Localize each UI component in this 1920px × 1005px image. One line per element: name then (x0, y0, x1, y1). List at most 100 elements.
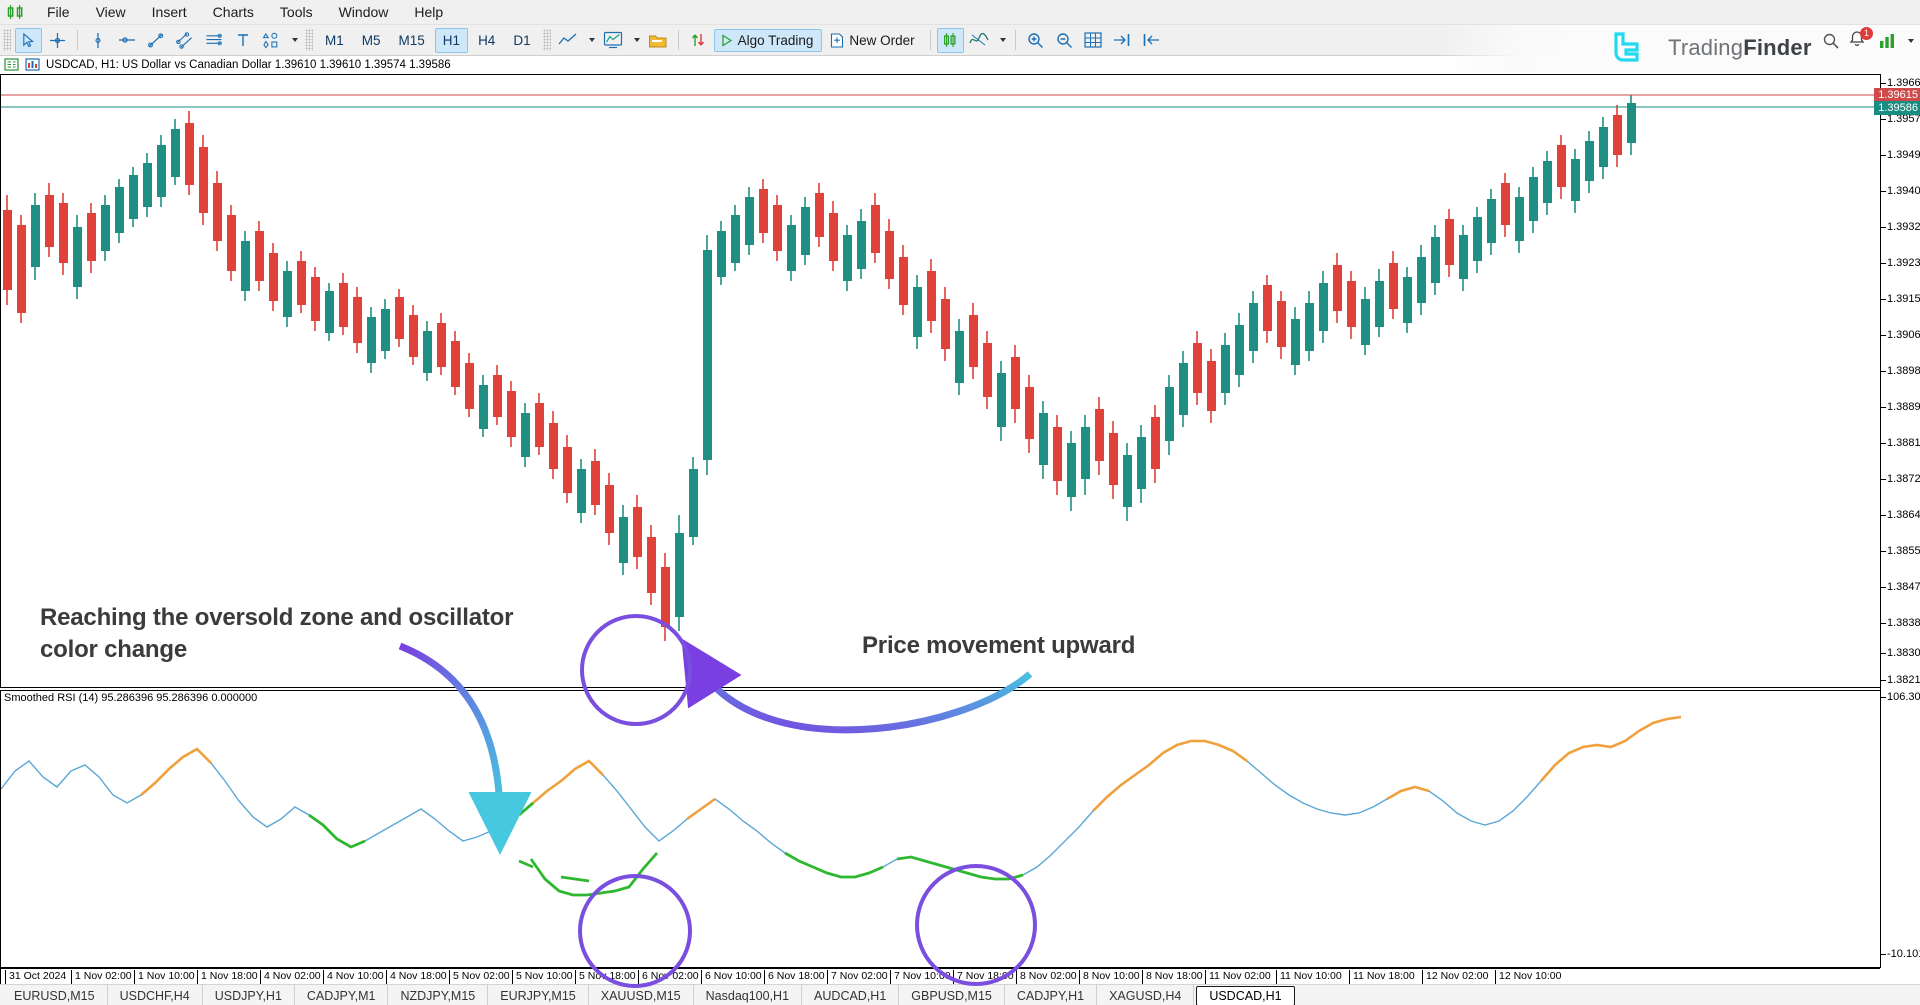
chart-properties-icon[interactable] (4, 58, 19, 71)
time-tick: 8 Nov 18:00 (1142, 970, 1203, 984)
chevron-down-icon[interactable] (584, 28, 598, 53)
time-tick: 11 Nov 02:00 (1205, 970, 1271, 984)
timeframe-h4[interactable]: H4 (470, 28, 503, 53)
menu-item-tools[interactable]: Tools (267, 1, 326, 23)
chart-tab-eurusd-m15[interactable]: EURUSD,M15 (2, 985, 108, 1005)
new-order-label: New Order (849, 33, 914, 48)
timeframe-d1[interactable]: D1 (505, 28, 538, 53)
chevron-down-icon[interactable] (1906, 39, 1914, 43)
chart-tab-cadjpy-m1[interactable]: CADJPY,M1 (295, 985, 389, 1005)
rsi-overbought-segments (141, 717, 1681, 819)
shapes-icon[interactable] (258, 28, 285, 53)
time-tick: 5 Nov 10:00 (512, 970, 573, 984)
metatrader-candles-icon (0, 0, 34, 25)
price-tick: 1.38385 (1881, 617, 1920, 629)
chart-tab-audcad-h1[interactable]: AUDCAD,H1 (802, 985, 899, 1005)
indicators-icon[interactable] (600, 28, 627, 53)
chart-tab-gbpusd-m15[interactable]: GBPUSD,M15 (899, 985, 1005, 1005)
zoom-out-icon[interactable] (1051, 28, 1078, 53)
search-icon[interactable] (1822, 32, 1840, 50)
time-tick: 4 Nov 02:00 (260, 970, 321, 984)
time-tick: 6 Nov 18:00 (764, 970, 825, 984)
candlestick-series (1, 75, 1880, 687)
line-chart-icon[interactable] (555, 28, 582, 53)
time-tick: 1 Nov 10:00 (134, 970, 195, 984)
timeframe-m5[interactable]: M5 (354, 28, 389, 53)
branding-prefix: Trading (1668, 35, 1743, 60)
chart-title: USDCAD, H1: US Dollar vs Canadian Dollar… (46, 59, 451, 71)
cursor-arrow-icon[interactable] (15, 28, 42, 53)
indicator-scale-top: 106.308219 (1881, 691, 1920, 703)
chart-data-window-icon[interactable] (25, 58, 40, 71)
chart-tab-usdjpy-h1[interactable]: USDJPY,H1 (203, 985, 295, 1005)
chevron-down-icon[interactable] (995, 28, 1009, 53)
crosshair-icon[interactable] (44, 28, 71, 53)
chevron-down-icon[interactable] (287, 28, 301, 53)
menu-item-view[interactable]: View (83, 1, 139, 23)
price-tick: 1.38640 (1881, 509, 1920, 521)
price-tick: 1.38980 (1881, 365, 1920, 377)
oscillator-icon[interactable] (966, 28, 993, 53)
chart-tab-xagusd-h4[interactable]: XAGUSD,H4 (1097, 985, 1194, 1005)
vertical-line-icon[interactable] (84, 28, 111, 53)
time-tick: 31 Oct 2024 (5, 970, 66, 984)
trendline-icon[interactable] (142, 28, 169, 53)
highlight-circle-rsi-1 (578, 874, 692, 988)
annotation-price-note: Price movement upward (862, 630, 1262, 662)
price-tick: 1.38725 (1881, 473, 1920, 485)
annotation-oversold-note: Reaching the oversold zone and oscillato… (40, 602, 560, 667)
chart-workspace[interactable]: Smoothed RSI (14) 95.286396 95.286396 0.… (0, 74, 1920, 984)
grid-icon[interactable] (1080, 28, 1107, 53)
zoom-in-icon[interactable] (1022, 28, 1049, 53)
new-order-button[interactable]: New Order (824, 29, 923, 52)
indicator-label: Smoothed RSI (14) 95.286396 95.286396 0.… (4, 692, 257, 704)
price-chart-pane[interactable] (0, 74, 1880, 688)
price-scale[interactable]: 1.39660 1.39575 1.39490 1.39405 1.39320 … (1880, 74, 1920, 968)
horizontal-line-icon[interactable] (113, 28, 140, 53)
timeframe-h1[interactable]: H1 (435, 28, 468, 53)
price-tick: 1.39065 (1881, 329, 1920, 341)
toolbar-grip-2[interactable] (305, 29, 313, 51)
time-tick: 1 Nov 18:00 (197, 970, 258, 984)
time-tick: 12 Nov 02:00 (1422, 970, 1488, 984)
time-tick: 5 Nov 02:00 (449, 970, 510, 984)
chart-tab-usdcad-h1[interactable]: USDCAD,H1 (1196, 986, 1294, 1005)
chart-tab-usdchf-h4[interactable]: USDCHF,H4 (108, 985, 203, 1005)
equidistant-channel-icon[interactable] (171, 28, 198, 53)
time-tick: 1 Nov 02:00 (71, 970, 132, 984)
chart-tab-eurjpy-m15[interactable]: EURJPY,M15 (488, 985, 589, 1005)
trade-arrows-icon[interactable] (685, 28, 712, 53)
time-tick: 8 Nov 02:00 (1016, 970, 1077, 984)
menu-item-window[interactable]: Window (326, 1, 402, 23)
chart-tabs-bar: EURUSD,M15 USDCHF,H4 USDJPY,H1 CADJPY,M1… (0, 984, 1920, 1005)
price-tick: 1.38215 (1881, 674, 1920, 686)
timeframe-m1[interactable]: M1 (317, 28, 352, 53)
menu-item-charts[interactable]: Charts (200, 1, 267, 23)
signals-icon[interactable] (1878, 32, 1898, 50)
auto-scroll-icon[interactable] (1138, 28, 1165, 53)
chart-tab-nzdjpy-m15[interactable]: NZDJPY,M15 (388, 985, 488, 1005)
algo-trading-button[interactable]: Algo Trading (714, 29, 823, 52)
indicator-scale-bottom: -10.101686 (1881, 948, 1920, 960)
time-tick: 4 Nov 10:00 (323, 970, 384, 984)
time-tick: 12 Nov 10:00 (1495, 970, 1561, 984)
bell-icon[interactable]: 1 (1848, 30, 1870, 52)
menu-item-help[interactable]: Help (401, 1, 456, 23)
time-tick: 8 Nov 10:00 (1079, 970, 1140, 984)
chart-shift-end-icon[interactable] (1109, 28, 1136, 53)
chevron-down-icon[interactable] (629, 28, 643, 53)
chart-tab-xauusd-m15[interactable]: XAUUSD,M15 (589, 985, 694, 1005)
chart-tab-cadjpy-h1[interactable]: CADJPY,H1 (1005, 985, 1097, 1005)
templates-folder-icon[interactable] (645, 28, 672, 53)
menu-item-file[interactable]: File (34, 1, 83, 23)
fibonacci-retracement-icon[interactable] (200, 28, 227, 53)
toolbar-grip-3[interactable] (543, 29, 551, 51)
text-label-icon[interactable] (229, 28, 256, 53)
candlestick-chart-icon[interactable] (937, 28, 964, 53)
toolbar-grip[interactable] (3, 29, 11, 51)
menu-item-insert[interactable]: Insert (139, 1, 200, 23)
menu-bar: File View Insert Charts Tools Window Hel… (0, 0, 1920, 25)
timeframe-m15[interactable]: M15 (391, 28, 433, 53)
play-triangle-icon (720, 34, 733, 47)
chart-tab-nasdaq100-h1[interactable]: Nasdaq100,H1 (694, 985, 802, 1005)
